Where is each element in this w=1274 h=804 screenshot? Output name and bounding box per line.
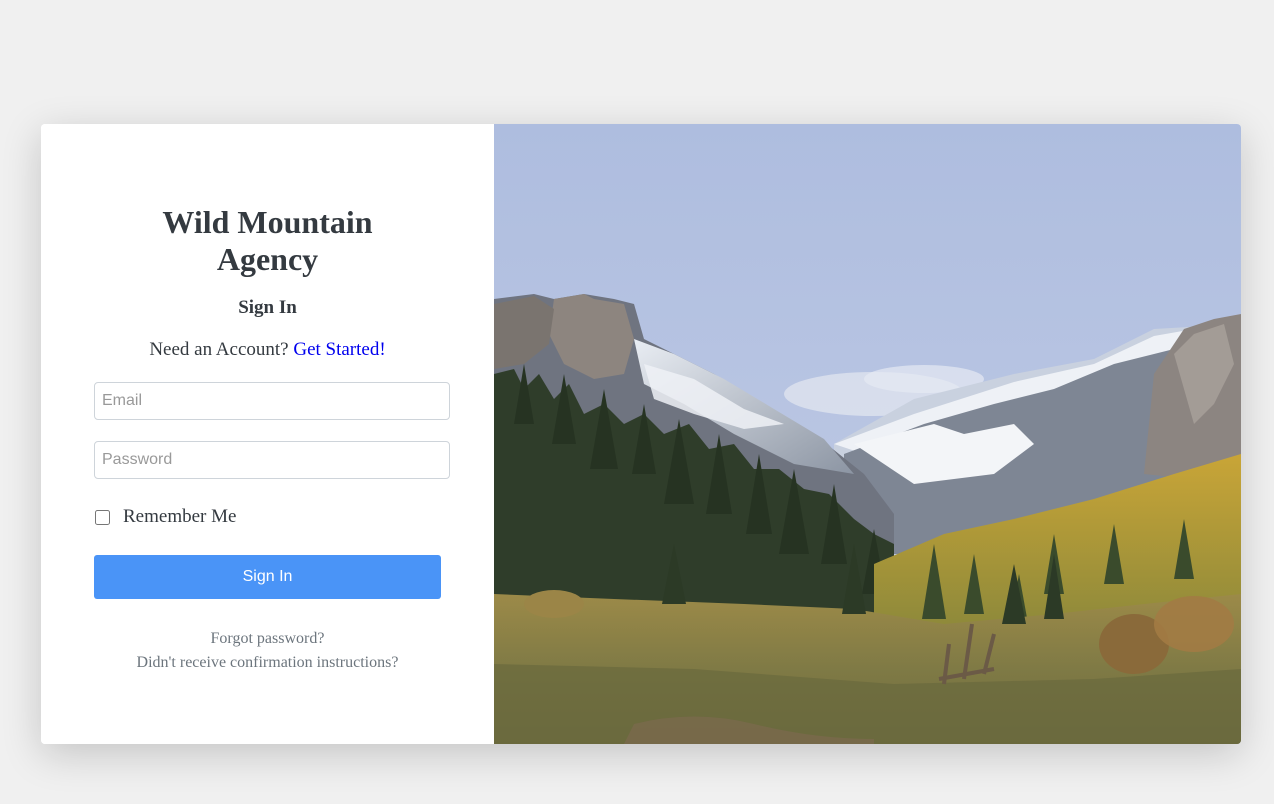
get-started-link[interactable]: Get Started! — [293, 339, 385, 360]
form-heading: Sign In — [238, 297, 297, 318]
title-line-1: Wild Mountain — [162, 204, 373, 240]
page-title: Wild Mountain Agency — [41, 204, 494, 278]
title-line-2: Agency — [216, 241, 319, 277]
confirmation-instructions-link[interactable]: Didn't receive confirmation instructions… — [41, 651, 494, 675]
remember-me-checkbox[interactable] — [95, 509, 110, 525]
password-field[interactable] — [94, 441, 450, 479]
hero-image — [494, 124, 1241, 744]
remember-me-label[interactable]: Remember Me — [123, 506, 236, 528]
remember-me-row: Remember Me — [94, 506, 236, 528]
forgot-password-link[interactable]: Forgot password? — [41, 627, 494, 651]
login-panel: Wild Mountain Agency Sign In Need an Acc… — [41, 124, 494, 744]
email-field[interactable] — [94, 382, 450, 420]
account-prompt: Need an Account? — [149, 339, 289, 360]
sign-in-button[interactable]: Sign In — [94, 555, 441, 599]
help-links: Forgot password? Didn't receive confirma… — [41, 627, 494, 675]
login-card: Wild Mountain Agency Sign In Need an Acc… — [41, 124, 1241, 744]
account-prompt-row: Need an Account? Get Started! — [41, 339, 494, 361]
mountain-landscape-illustration — [494, 124, 1241, 744]
